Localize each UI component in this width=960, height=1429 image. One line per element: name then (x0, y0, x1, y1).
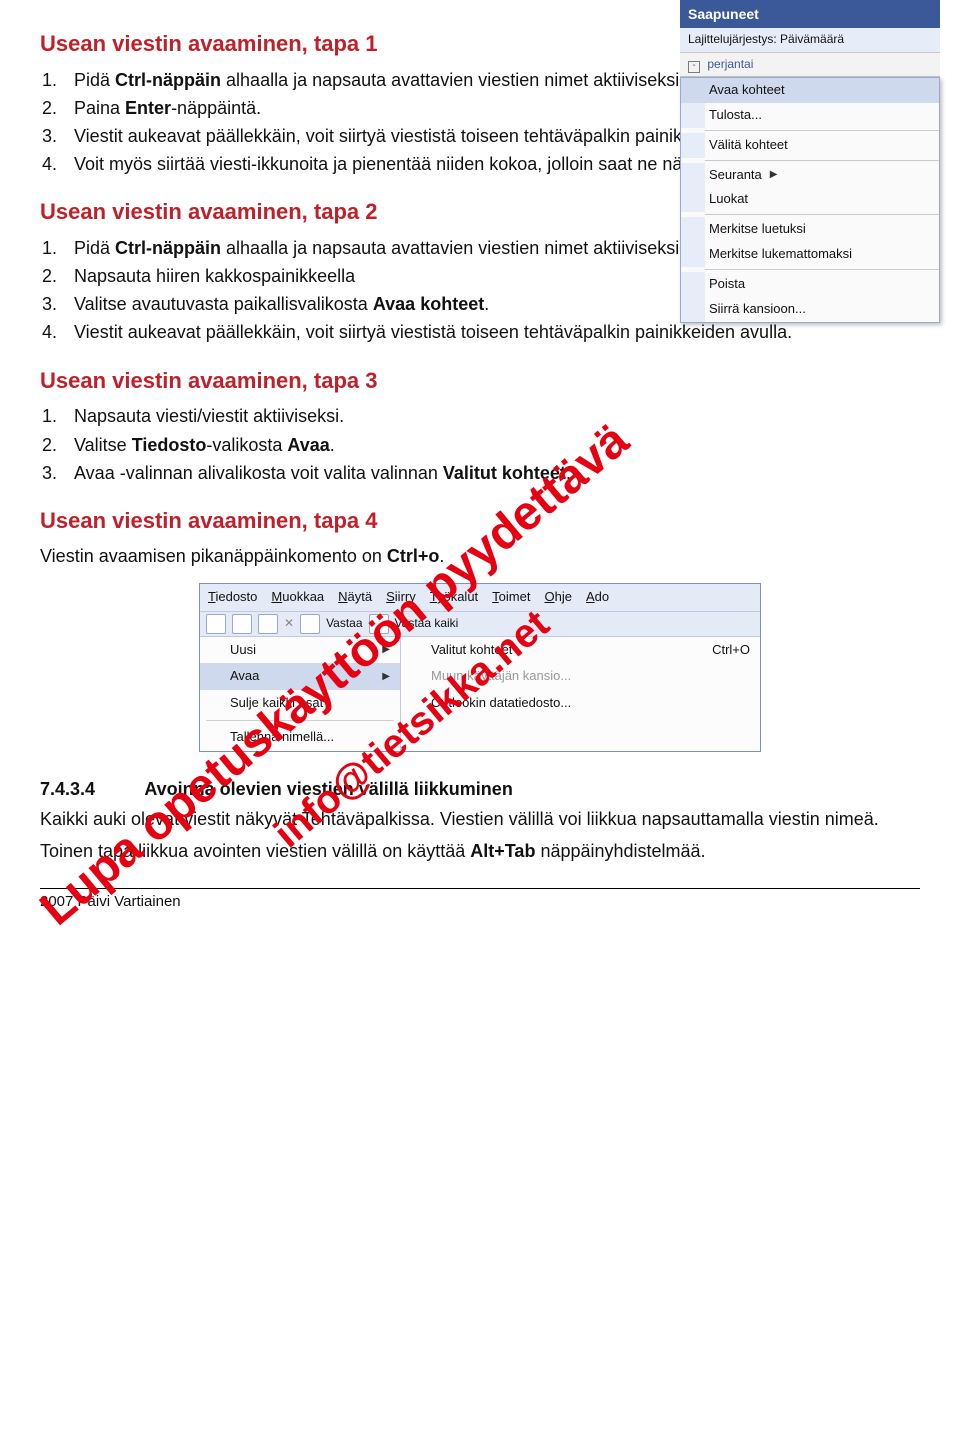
fm-close-all[interactable]: Sulje kaikki osat (200, 690, 400, 717)
section3-title: Usean viestin avaaminen, tapa 3 (40, 365, 920, 397)
fm-selected-items[interactable]: Valitut kohteet Ctrl+O (401, 637, 760, 664)
section3-list: Napsauta viesti/viestit aktiiviseksi. Va… (62, 402, 920, 486)
menu-tiedosto[interactable]: Tiedosto (208, 588, 257, 607)
toolbar-icon[interactable] (232, 614, 252, 634)
fm-new[interactable]: Uusi▶ (200, 637, 400, 664)
ctx-open-items[interactable]: Avaa kohteet (681, 78, 939, 103)
menu-tyokalut[interactable]: Työkalut (430, 588, 478, 607)
day-label: perjantai (707, 57, 753, 71)
fm-other-user-folder: Muun käyttäjän kansio... (401, 663, 760, 690)
ctx-forward[interactable]: Välitä kohteet (681, 133, 939, 158)
file-menu-panel: Uusi▶ Avaa▶ Sulje kaikki osat Tallenna n… (200, 637, 401, 751)
list-item: Valitse Tiedosto-valikosta Avaa. (62, 431, 920, 459)
file-menu-screenshot: Tiedosto Muokkaa Näytä Siirry Työkalut T… (199, 583, 761, 752)
ctx-delete[interactable]: Poista (681, 272, 939, 297)
menu-siirry[interactable]: Siirry (386, 588, 416, 607)
ctx-mark-read[interactable]: Merkitse luetuksi (681, 217, 939, 242)
ctx-followup[interactable]: Seuranta▶ (681, 163, 939, 188)
toolbar-icon[interactable] (206, 614, 226, 634)
section4-text: Viestin avaamisen pikanäppäinkomento on … (40, 543, 920, 569)
ctx-move[interactable]: Siirrä kansioon... (681, 297, 939, 322)
subsection-p2: Toinen tapa liikkua avointen viestien vä… (40, 838, 920, 864)
section4-title: Usean viestin avaaminen, tapa 4 (40, 505, 920, 537)
ctx-print[interactable]: Tulosta... (681, 103, 939, 128)
ctx-mark-unread[interactable]: Merkitse lukemattomaksi (681, 242, 939, 267)
menubar: Tiedosto Muokkaa Näytä Siirry Työkalut T… (200, 584, 760, 612)
fm-outlook-data[interactable]: Outlookin datatiedosto... (401, 690, 760, 717)
open-submenu: Valitut kohteet Ctrl+O Muun käyttäjän ka… (401, 637, 760, 751)
outlook-inbox-pane: Saapuneet Lajittelujärjestys: Päivämäärä… (680, 0, 940, 323)
list-item: Napsauta viesti/viestit aktiiviseksi. (62, 402, 920, 430)
menu-nayta[interactable]: Näytä (338, 588, 372, 607)
toolbar: ✕ Vastaa Vastaa kaiki (200, 612, 760, 637)
menu-ado[interactable]: Ado (586, 588, 609, 607)
reply-icon[interactable] (300, 614, 320, 634)
pane-day-header[interactable]: - perjantai (680, 52, 940, 77)
menu-toimet[interactable]: Toimet (492, 588, 530, 607)
menu-muokkaa[interactable]: Muokkaa (271, 588, 324, 607)
pane-sort: Lajittelujärjestys: Päivämäärä (680, 28, 940, 51)
list-item: Avaa -valinnan alivalikosta voit valita … (62, 459, 920, 487)
toolbar-reply[interactable]: Vastaa (326, 615, 362, 632)
fm-open[interactable]: Avaa▶ (200, 663, 400, 690)
pane-title: Saapuneet (680, 0, 940, 28)
menu-ohje[interactable]: Ohje (544, 588, 571, 607)
collapse-icon[interactable]: - (688, 61, 700, 73)
fm-save-as[interactable]: Tallenna nimellä... (200, 724, 400, 751)
ctx-categories[interactable]: Luokat (681, 187, 939, 212)
footer-copyright: 2007 Päivi Vartiainen (40, 888, 920, 913)
context-menu: Avaa kohteet Tulosta... Välitä kohteet S… (680, 77, 940, 323)
subsection-heading: 7.4.3.4 Avoinna olevien viestien välillä… (40, 776, 920, 802)
toolbar-replyall[interactable]: Vastaa kaiki (395, 615, 459, 632)
subsection-p1: Kaikki auki olevat viestit näkyvät Tehtä… (40, 806, 920, 832)
print-icon[interactable] (258, 614, 278, 634)
reply-all-icon[interactable] (369, 614, 389, 634)
